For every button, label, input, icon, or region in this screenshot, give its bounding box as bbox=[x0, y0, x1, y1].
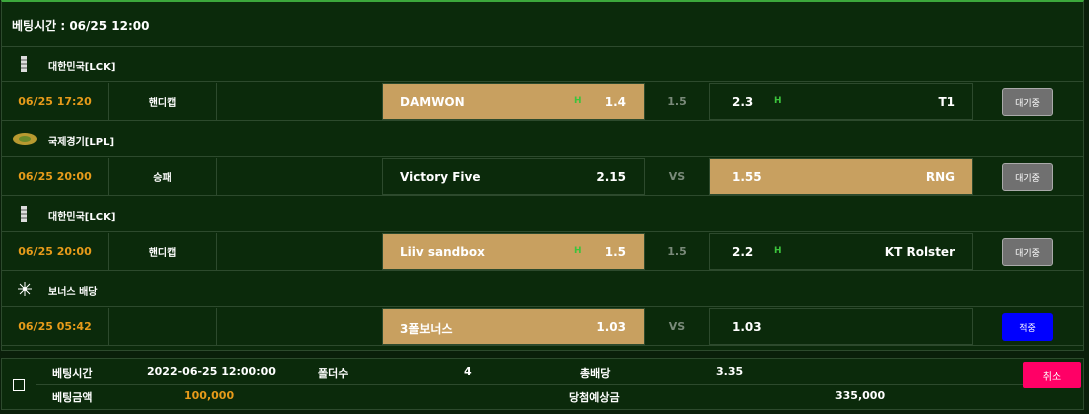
home-odds: 1.5 bbox=[604, 245, 626, 259]
away-team-name: T1 bbox=[938, 95, 955, 109]
match-time: 06/25 20:00 bbox=[2, 158, 109, 195]
status-badge: 대기중 bbox=[1002, 163, 1053, 191]
bet-history-panel: 베팅시간 : 06/25 12:00 대한민국[LCK] 06/25 17:20… bbox=[1, 0, 1084, 351]
home-team-name: Victory Five bbox=[400, 170, 481, 184]
vs-label: VS bbox=[668, 320, 686, 333]
home-team-box[interactable]: 3폴보너스 1.03 bbox=[382, 308, 645, 345]
expected-label: 당첨예상금 bbox=[569, 391, 620, 404]
league-row: 국제경기[LPL] bbox=[2, 121, 1083, 157]
away-team-box[interactable]: 1.03 bbox=[709, 308, 973, 345]
match-time: 06/25 17:20 bbox=[2, 83, 109, 120]
away-team-box[interactable]: 1.55 RNG bbox=[709, 158, 973, 195]
bet-type: 핸디캡 bbox=[109, 233, 217, 270]
league-row: 대한민국[LCK] bbox=[2, 46, 1083, 82]
away-odds: 1.55 bbox=[732, 170, 762, 184]
away-team-box[interactable]: 2.3 H T1 bbox=[709, 83, 973, 120]
bet-header: 베팅시간 : 06/25 12:00 bbox=[2, 2, 1083, 47]
summary-line: 베팅시간 2022-06-25 12:00:00 폴더수 4 총배당 3.35 bbox=[36, 359, 1081, 385]
lol-icon bbox=[21, 206, 27, 222]
status-badge: 대기중 bbox=[1002, 88, 1053, 116]
handicap-indicator: H bbox=[574, 96, 582, 106]
match-row: 06/25 17:20 핸디캡 DAMWON H 1.4 1.5 2.3 H T… bbox=[2, 83, 1083, 121]
bet-type bbox=[109, 308, 217, 345]
home-team-box[interactable]: Victory Five 2.15 bbox=[382, 158, 645, 195]
total-odds-value: 3.35 bbox=[716, 365, 744, 378]
away-odds: 1.03 bbox=[732, 320, 762, 334]
home-team-name: Liiv sandbox bbox=[400, 245, 485, 259]
folder-value: 4 bbox=[464, 365, 472, 378]
status-badge: 대기중 bbox=[1002, 238, 1053, 266]
away-team-name: RNG bbox=[925, 170, 955, 184]
bet-time-value: 2022-06-25 12:00:00 bbox=[147, 365, 276, 378]
match-time: 06/25 20:00 bbox=[2, 233, 109, 270]
away-team-box[interactable]: 2.2 H KT Rolster bbox=[709, 233, 973, 270]
handicap-indicator: H bbox=[774, 246, 782, 256]
league-name: 대한민국[LCK] bbox=[48, 212, 116, 223]
bet-amount-value: 100,000 bbox=[184, 389, 235, 402]
away-odds: 2.2 bbox=[732, 245, 754, 259]
match-row: 06/25 20:00 핸디캡 Liiv sandbox H 1.5 1.5 2… bbox=[2, 233, 1083, 271]
cancel-button[interactable]: 취소 bbox=[1023, 362, 1081, 388]
league-name: 대한민국[LCK] bbox=[48, 62, 116, 73]
select-checkbox[interactable] bbox=[13, 379, 25, 391]
summary-line: 베팅금액 100,000 당첨예상금 335,000 bbox=[36, 385, 1081, 411]
handicap-indicator: H bbox=[774, 96, 782, 106]
match-row: 06/25 05:42 3폴보너스 1.03 VS 1.03 적중 bbox=[2, 308, 1083, 346]
vs-label: VS bbox=[668, 170, 686, 183]
match-time: 06/25 05:42 bbox=[2, 308, 109, 345]
away-team-name: KT Rolster bbox=[884, 245, 955, 259]
lol-icon bbox=[21, 56, 27, 72]
handicap-indicator: H bbox=[574, 246, 582, 256]
bet-summary: 베팅시간 2022-06-25 12:00:00 폴더수 4 총배당 3.35 … bbox=[1, 358, 1084, 410]
folder-label: 폴더수 bbox=[318, 367, 349, 380]
home-odds: 2.15 bbox=[596, 170, 626, 184]
home-odds: 1.03 bbox=[596, 320, 626, 334]
bet-type: 승패 bbox=[109, 158, 217, 195]
home-team-name: 3폴보너스 bbox=[400, 322, 453, 336]
globe-icon bbox=[13, 133, 37, 145]
league-row: 보너스 배당 bbox=[2, 271, 1083, 307]
total-odds-label: 총배당 bbox=[580, 367, 611, 380]
bet-amount-label: 베팅금액 bbox=[52, 391, 93, 404]
league-name: 국제경기[LPL] bbox=[48, 137, 115, 148]
league-name: 보너스 배당 bbox=[48, 287, 98, 298]
match-row: 06/25 20:00 승패 Victory Five 2.15 VS 1.55… bbox=[2, 158, 1083, 196]
home-team-box[interactable]: Liiv sandbox H 1.5 bbox=[382, 233, 645, 270]
bet-time-label: 베팅시간 bbox=[52, 367, 93, 380]
sparkle-icon bbox=[18, 282, 32, 296]
handicap-value: 1.5 bbox=[667, 245, 687, 258]
handicap-value: 1.5 bbox=[667, 95, 687, 108]
bet-type: 핸디캡 bbox=[109, 83, 217, 120]
home-team-box[interactable]: DAMWON H 1.4 bbox=[382, 83, 645, 120]
away-odds: 2.3 bbox=[732, 95, 754, 109]
expected-value: 335,000 bbox=[835, 389, 886, 402]
league-row: 대한민국[LCK] bbox=[2, 196, 1083, 232]
home-team-name: DAMWON bbox=[400, 95, 465, 109]
home-odds: 1.4 bbox=[604, 95, 626, 109]
status-badge: 적중 bbox=[1002, 313, 1053, 341]
bet-time-title: 베팅시간 : 06/25 12:00 bbox=[12, 19, 150, 33]
